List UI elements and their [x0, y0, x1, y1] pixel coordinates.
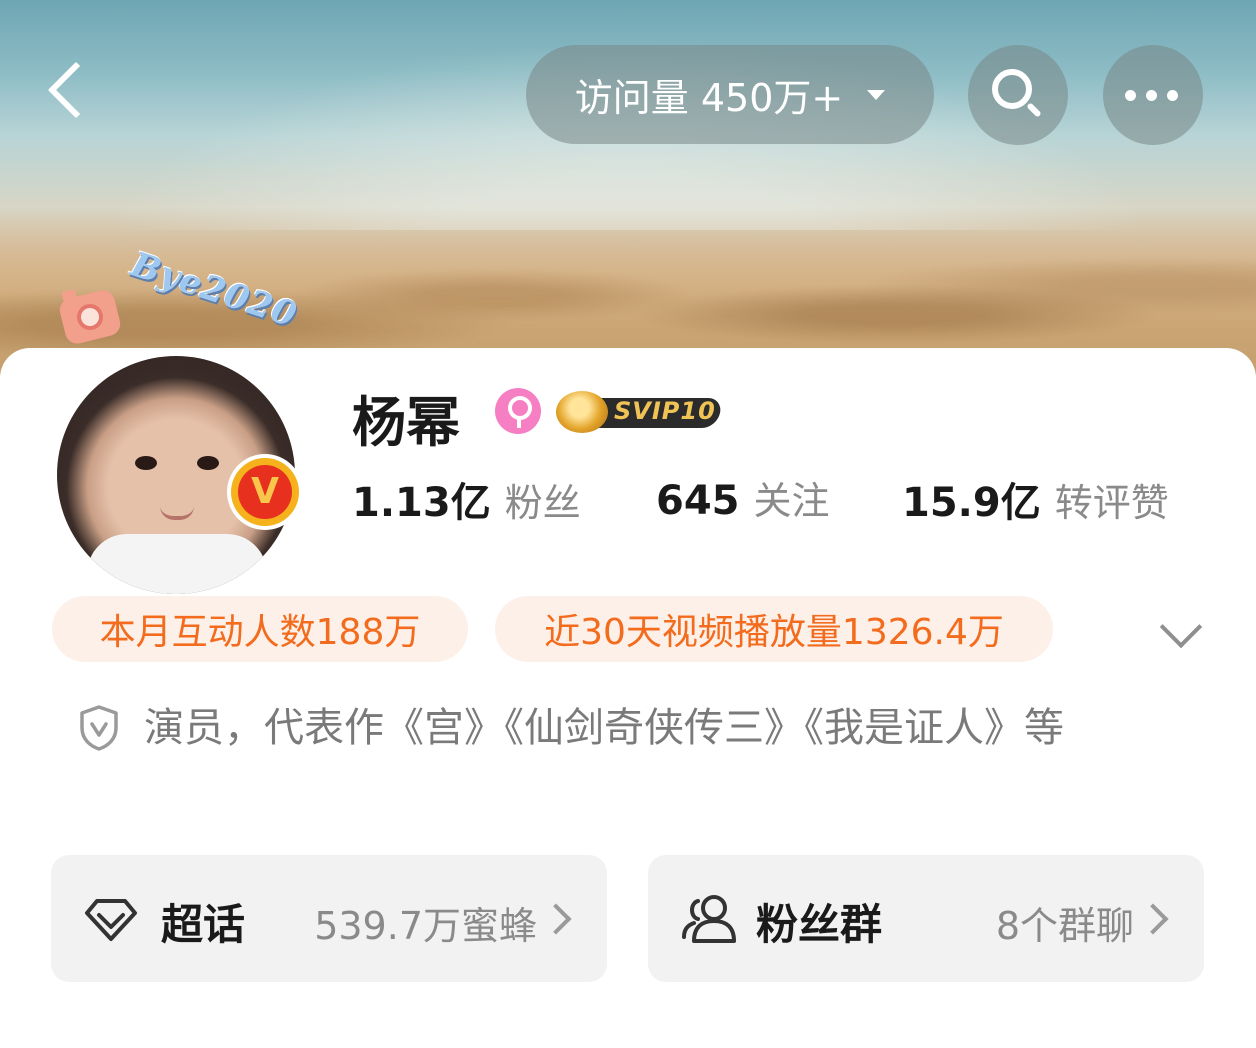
- stat-following[interactable]: 645 关注: [656, 470, 902, 528]
- stat-value: 1.13亿: [352, 480, 491, 526]
- avatar-decoration: Bye2020: [57, 244, 302, 362]
- stat-label: 转评赞: [1054, 481, 1169, 525]
- tile-title: 粉丝群: [756, 900, 883, 949]
- fan-group-tile[interactable]: 粉丝群 8个群聊: [648, 855, 1204, 982]
- more-icon: [1125, 90, 1178, 101]
- interaction-pill[interactable]: 本月互动人数188万: [52, 596, 468, 662]
- group-icon: [682, 895, 736, 943]
- shield-v-icon: [80, 705, 118, 751]
- stat-followers[interactable]: 1.13亿 粉丝: [352, 470, 656, 528]
- stat-label: 关注: [753, 479, 830, 523]
- verified-v-icon: V: [231, 458, 299, 526]
- bio-text: 演员，代表作《宫》《仙剑奇侠传三》《我是证人》等: [144, 705, 1064, 751]
- search-icon: [992, 69, 1032, 109]
- chevron-right-icon: [1137, 903, 1169, 935]
- stat-value: 15.9亿: [902, 480, 1041, 526]
- caret-down-icon: [867, 89, 886, 100]
- video-plays-pill[interactable]: 近30天视频播放量1326.4万: [495, 596, 1053, 662]
- svip-badge[interactable]: SVIP10: [556, 391, 724, 433]
- stat-engagement[interactable]: 15.9亿 转评赞: [902, 470, 1169, 528]
- tile-meta: 8个群聊: [995, 904, 1134, 948]
- crown-icon: [556, 391, 608, 433]
- search-button[interactable]: [968, 45, 1068, 145]
- visits-dropdown[interactable]: 访问量 450万+: [526, 45, 934, 144]
- stat-value: 645: [656, 478, 740, 524]
- back-button[interactable]: [40, 58, 100, 128]
- visits-label: 访问量 450万+: [574, 76, 844, 120]
- profile-stats: 1.13亿 粉丝 645 关注 15.9亿 转评赞: [352, 470, 1169, 528]
- stat-label: 粉丝: [504, 481, 581, 525]
- diamond-icon: [85, 899, 137, 941]
- profile-name: 杨幂: [352, 391, 460, 454]
- tile-meta: 539.7万蜜蜂: [314, 904, 537, 948]
- svip-label: SVIP10: [614, 397, 716, 425]
- female-icon: [495, 388, 541, 434]
- tile-title: 超话: [161, 900, 246, 949]
- supertopic-tile[interactable]: 超话 539.7万蜜蜂: [51, 855, 607, 982]
- camera-icon: [57, 287, 123, 347]
- more-button[interactable]: [1103, 45, 1203, 145]
- chevron-right-icon: [540, 903, 572, 935]
- search-icon-handle: [1026, 102, 1042, 118]
